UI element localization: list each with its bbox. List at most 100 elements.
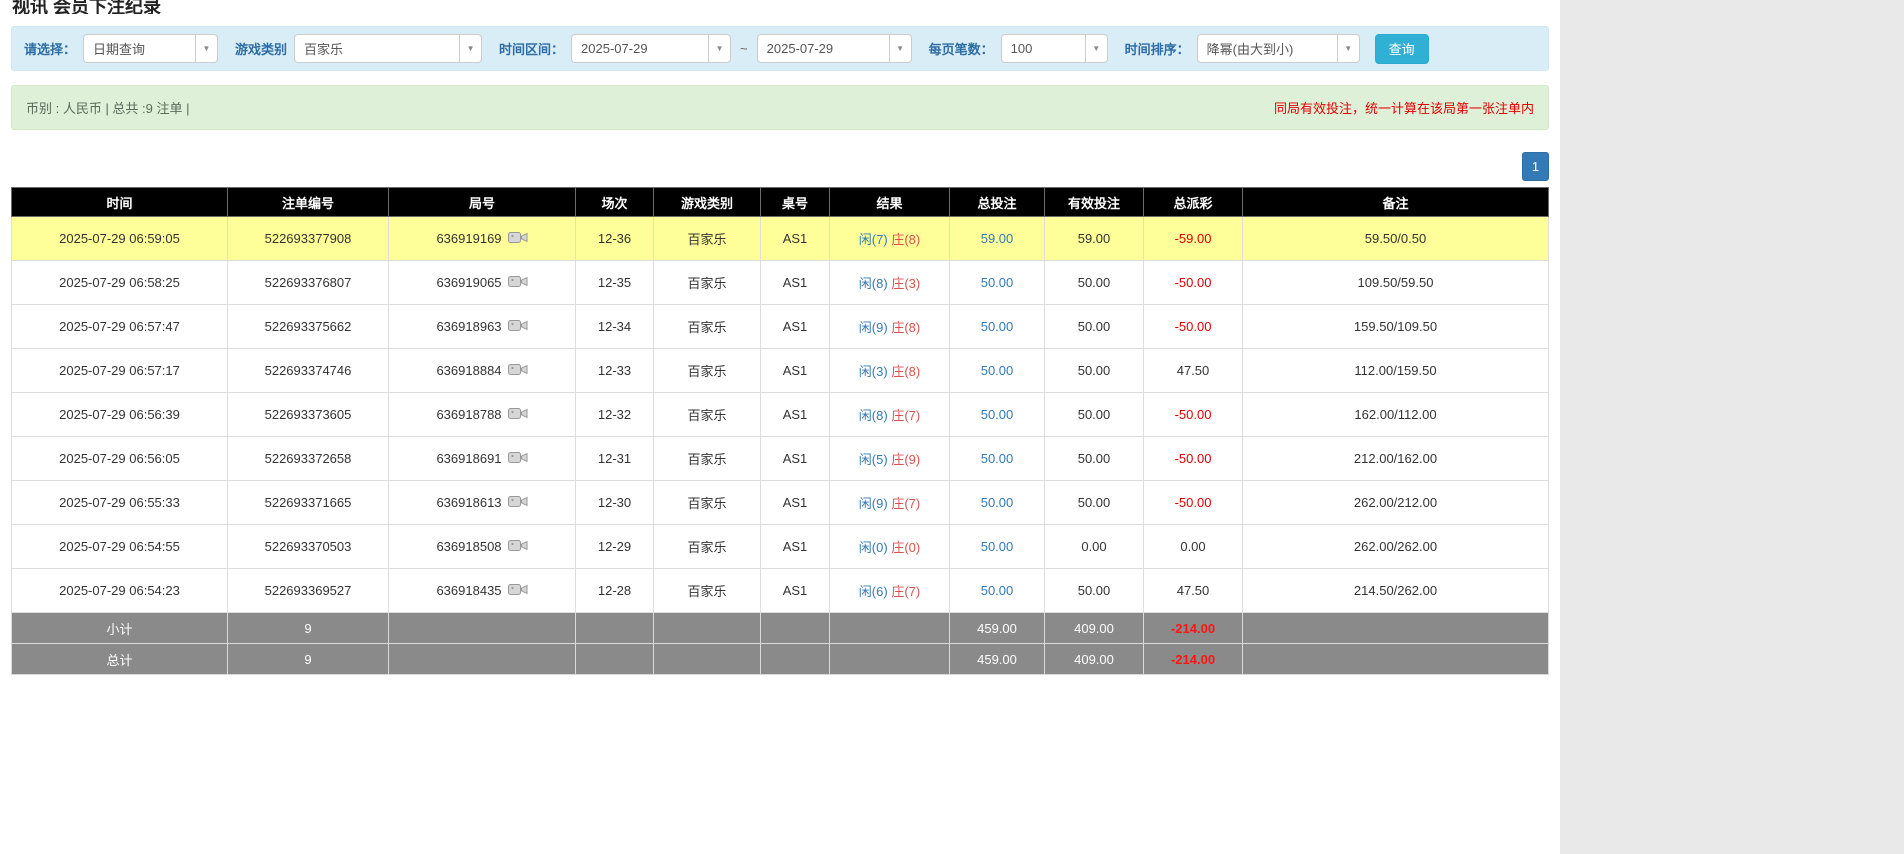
cell-bet-id: 522693372658: [227, 436, 389, 481]
sort-select[interactable]: 降幂(由大到小) ▼: [1196, 34, 1360, 63]
cell-valid-bet: 50.00: [1044, 480, 1144, 525]
cell-total-bet[interactable]: 50.00: [949, 348, 1045, 393]
col-header-game-type: 游戏类别: [653, 187, 761, 217]
result-banker: 庄(7): [891, 408, 921, 423]
subtotal-valid-bet: 409.00: [1044, 612, 1144, 644]
cell-game-type: 百家乐: [653, 216, 761, 261]
cell-session: 12-36: [575, 216, 654, 261]
cell-table: AS1: [760, 436, 830, 481]
video-replay-icon[interactable]: [507, 406, 528, 424]
cell-result: 闲(0) 庄(0): [829, 524, 950, 569]
total-label: 总计: [11, 643, 228, 675]
cell-valid-bet: 50.00: [1044, 392, 1144, 437]
video-replay-icon[interactable]: [507, 318, 528, 336]
cell-bet-id: 522693369527: [227, 568, 389, 613]
cell-total-bet[interactable]: 50.00: [949, 524, 1045, 569]
col-header-valid-bet: 有效投注: [1044, 187, 1144, 217]
subtotal-count: 9: [227, 612, 389, 644]
cell-total-bet[interactable]: 59.00: [949, 216, 1045, 261]
date-to-select[interactable]: 2025-07-29 ▼: [756, 34, 912, 63]
total-total-bet: 459.00: [949, 643, 1045, 675]
cell-game-type: 百家乐: [653, 348, 761, 393]
cell-note: 59.50/0.50: [1242, 216, 1549, 261]
cell-game-type: 百家乐: [653, 260, 761, 305]
result-player: 闲(7): [858, 232, 888, 247]
round-id: 636918884: [436, 362, 502, 378]
cell-round: 636919065: [388, 260, 576, 305]
page-button-1[interactable]: 1: [1522, 152, 1549, 181]
video-replay-icon[interactable]: [507, 362, 528, 380]
bet-records-table: 时间 注单编号 局号 场次 游戏类别 桌号 结果 总投注 有效投注 总派彩 备注…: [11, 187, 1549, 675]
cell-payout: -50.00: [1143, 436, 1243, 481]
cell-result: 闲(7) 庄(8): [829, 216, 950, 261]
cell-time: 2025-07-29 06:59:05: [11, 216, 228, 261]
query-type-select[interactable]: 日期查询 ▼: [83, 34, 219, 63]
video-replay-icon[interactable]: [507, 274, 528, 292]
cell-session: 12-32: [575, 392, 654, 437]
cell-note: 262.00/262.00: [1242, 524, 1549, 569]
cell-note: 112.00/159.50: [1242, 348, 1549, 393]
cell-bet-id: 522693371665: [227, 480, 389, 525]
chevron-down-icon[interactable]: ▼: [888, 35, 911, 62]
cell-time: 2025-07-29 06:54:55: [11, 524, 228, 569]
page-title: 视讯 会员下注纪录: [12, 0, 162, 14]
table-row: 2025-07-29 06:57:47 522693375662 636918963…: [11, 304, 1549, 349]
table-row: 2025-07-29 06:57:17 522693374746 636918884…: [11, 348, 1549, 393]
cell-round: 636918788: [388, 392, 576, 437]
result-player: 闲(8): [858, 408, 888, 423]
cell-total-bet[interactable]: 50.00: [949, 480, 1045, 525]
col-header-table: 桌号: [760, 187, 830, 217]
result-banker: 庄(7): [891, 496, 921, 511]
game-type-select[interactable]: 百家乐 ▼: [294, 34, 483, 63]
round-id: 636918508: [436, 538, 502, 554]
date-from-select[interactable]: 2025-07-29 ▼: [571, 34, 732, 63]
cell-total-bet[interactable]: 50.00: [949, 304, 1045, 349]
cell-table: AS1: [760, 304, 830, 349]
sort-value: 降幂(由大到小): [1206, 42, 1294, 57]
cell-table: AS1: [760, 568, 830, 613]
cell-session: 12-34: [575, 304, 654, 349]
table-row: 2025-07-29 06:58:25 522693376807 636919065…: [11, 260, 1549, 305]
game-type-value: 百家乐: [304, 42, 344, 57]
video-replay-icon[interactable]: [507, 230, 528, 248]
round-id: 636918691: [436, 450, 502, 466]
chevron-down-icon[interactable]: ▼: [195, 35, 217, 62]
cell-payout: 47.50: [1143, 348, 1243, 393]
per-page-select[interactable]: 100 ▼: [1000, 34, 1108, 63]
game-type-label: 游戏类别: [235, 42, 288, 57]
chevron-down-icon[interactable]: ▼: [708, 35, 730, 62]
filter-bar: 请选择： 日期查询 ▼ 游戏类别 百家乐 ▼ 时间区间： 2025-07-29 …: [11, 26, 1549, 71]
result-banker: 庄(7): [891, 584, 921, 599]
cell-valid-bet: 50.00: [1044, 348, 1144, 393]
video-replay-icon[interactable]: [507, 494, 528, 512]
video-replay-icon[interactable]: [507, 582, 528, 600]
cell-payout: -59.00: [1143, 216, 1243, 261]
cell-table: AS1: [760, 348, 830, 393]
result-player: 闲(8): [858, 276, 888, 291]
chevron-down-icon[interactable]: ▼: [459, 35, 481, 62]
total-count: 9: [227, 643, 389, 675]
cell-note: 212.00/162.00: [1242, 436, 1549, 481]
chevron-down-icon[interactable]: ▼: [1084, 35, 1107, 62]
cell-total-bet[interactable]: 50.00: [949, 260, 1045, 305]
chevron-down-icon[interactable]: ▼: [1336, 35, 1359, 62]
col-header-session: 场次: [575, 187, 654, 217]
result-banker: 庄(3): [891, 276, 921, 291]
video-replay-icon[interactable]: [507, 538, 528, 556]
cell-session: 12-35: [575, 260, 654, 305]
cell-table: AS1: [760, 480, 830, 525]
cell-valid-bet: 50.00: [1044, 436, 1144, 481]
cell-time: 2025-07-29 06:54:23: [11, 568, 228, 613]
search-button[interactable]: 查询: [1374, 33, 1429, 64]
cell-payout: -50.00: [1143, 392, 1243, 437]
cell-total-bet[interactable]: 50.00: [949, 436, 1045, 481]
cell-bet-id: 522693377908: [227, 216, 389, 261]
result-player: 闲(0): [858, 540, 888, 555]
cell-time: 2025-07-29 06:55:33: [11, 480, 228, 525]
cell-bet-id: 522693370503: [227, 524, 389, 569]
cell-total-bet[interactable]: 50.00: [949, 392, 1045, 437]
video-replay-icon[interactable]: [507, 450, 528, 468]
cell-result: 闲(8) 庄(3): [829, 260, 950, 305]
cell-total-bet[interactable]: 50.00: [949, 568, 1045, 613]
table-row: 2025-07-29 06:59:05 522693377908 636919169…: [11, 216, 1549, 261]
